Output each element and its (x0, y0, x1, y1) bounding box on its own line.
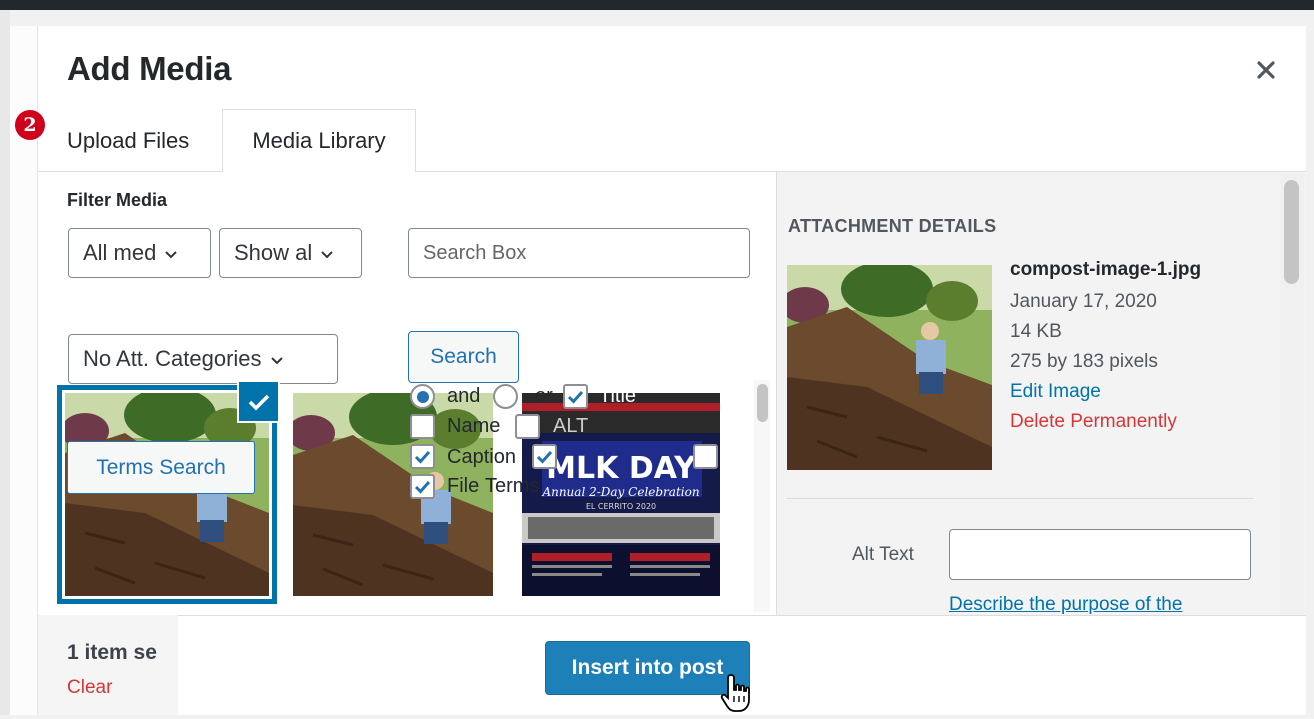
filter-media-label: Filter Media (67, 190, 168, 210)
mlk-subtitle: Annual 2-Day Celebration (541, 485, 699, 499)
admin-top-bar (0, 0, 1314, 10)
chevron-down-icon (164, 240, 178, 266)
sidebar-scrollbar-thumb[interactable] (1284, 180, 1299, 284)
search-button[interactable]: Search (408, 331, 519, 383)
attachment-size: 14 KB (1010, 321, 1062, 342)
background-strip (0, 10, 10, 715)
mlk-title: MLK DAY (546, 451, 697, 486)
terms-search-button[interactable]: Terms Search (67, 441, 255, 494)
media-type-value: All med (83, 240, 157, 265)
name-checkbox[interactable] (410, 414, 435, 439)
alt-text-help-link[interactable]: Describe the purpose of the (949, 594, 1182, 616)
alt-checkbox[interactable] (515, 414, 540, 439)
search-name-label: Name (447, 415, 501, 437)
date-filter-select[interactable]: Show al (219, 228, 362, 278)
media-type-select[interactable]: All med (68, 228, 211, 278)
attachment-preview (787, 265, 992, 470)
tab-media-library-label: Media Library (252, 128, 386, 153)
attachment-dimensions: 275 by 183 pixels (1010, 351, 1158, 372)
step-badge: 2 (15, 110, 45, 140)
media-thumbnail[interactable] (65, 393, 269, 596)
attachment-filename: compost-image-1.jpg (1010, 259, 1202, 280)
attachment-details-heading: ATTACHMENT DETAILS (788, 216, 997, 236)
search-terms-label: Terms (485, 475, 540, 497)
delete-permanently-link[interactable]: Delete Permanently (1010, 411, 1177, 433)
mlk-location: EL CERRITO 2020 (586, 502, 656, 511)
search-and-radio[interactable] (410, 384, 435, 409)
category-select[interactable]: No Att. Categories (68, 334, 338, 384)
hand-pointer-icon (720, 672, 754, 714)
search-caption-label: Caption (447, 446, 516, 468)
clear-selection-link[interactable]: Clear (67, 677, 112, 699)
chevron-down-icon (270, 346, 284, 372)
tab-media-library[interactable]: Media Library (222, 109, 416, 172)
selection-count: 1 item se (67, 641, 157, 664)
details-divider (787, 498, 1253, 499)
title-checkbox[interactable] (563, 384, 588, 409)
tab-upload-files[interactable]: Upload Files (67, 128, 189, 154)
search-title-label: Title (599, 385, 637, 407)
search-or-radio[interactable] (493, 384, 518, 409)
search-file-label: File (447, 475, 480, 497)
search-and-label: and (447, 385, 481, 407)
category-value: No Att. Categories (83, 346, 262, 371)
attachment-date: January 17, 2020 (1010, 291, 1157, 312)
close-icon[interactable] (1248, 52, 1284, 88)
date-filter-value: Show al (234, 240, 313, 265)
search-alt-label: ALT (553, 415, 589, 437)
search-input[interactable] (408, 228, 750, 278)
alt-text-label: Alt Text (852, 544, 914, 565)
selection-area (38, 615, 178, 715)
selected-check-icon[interactable] (237, 380, 280, 423)
description-checkbox[interactable] (532, 444, 557, 469)
extra-checkbox[interactable] (693, 444, 718, 469)
chevron-down-icon (320, 240, 334, 266)
dialog-title: Add Media (67, 50, 232, 87)
edit-image-link[interactable]: Edit Image (1010, 381, 1101, 403)
grid-scrollbar-thumb[interactable] (757, 384, 768, 422)
alt-text-field[interactable] (949, 529, 1251, 580)
caption-checkbox[interactable] (410, 444, 435, 469)
file-checkbox[interactable] (410, 474, 435, 499)
media-thumbnail[interactable]: MLK DAY Annual 2-Day Celebration EL CERR… (522, 393, 720, 596)
search-or-label: or (535, 385, 553, 407)
